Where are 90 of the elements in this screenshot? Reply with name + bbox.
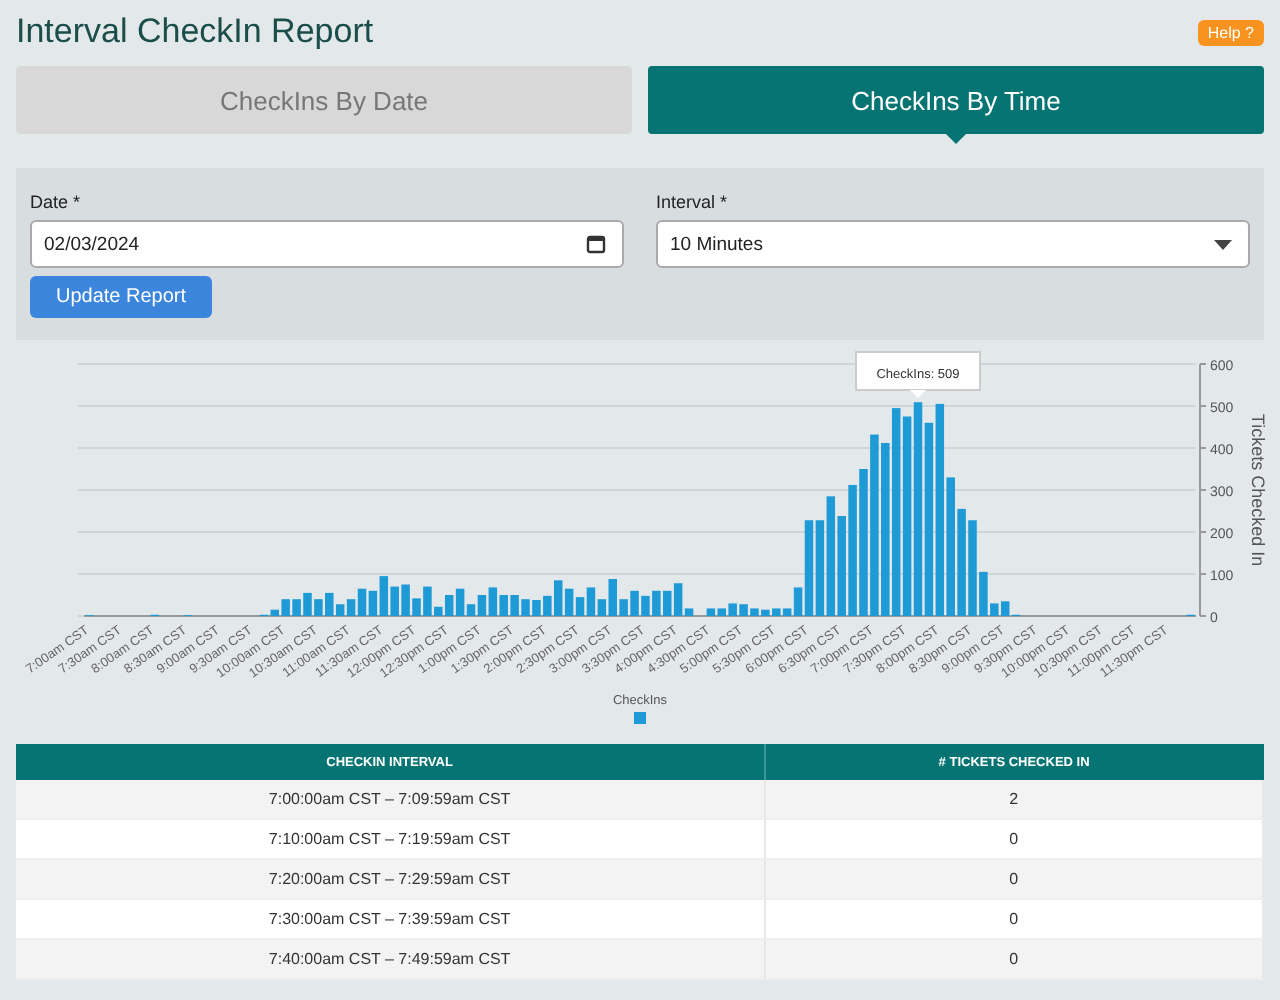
table-cell: 7:30:00am CST – 7:39:59am CST <box>16 899 765 939</box>
bar[interactable] <box>325 592 334 616</box>
bar[interactable] <box>564 588 574 616</box>
bar[interactable] <box>946 477 955 616</box>
field-label: Date * <box>30 192 83 212</box>
bar[interactable] <box>891 408 901 616</box>
bar[interactable] <box>346 599 356 616</box>
bar[interactable] <box>782 608 792 616</box>
table-cell: 0 <box>764 939 1263 979</box>
bar[interactable] <box>521 599 530 616</box>
bar[interactable] <box>390 586 399 616</box>
bar[interactable] <box>335 604 345 616</box>
bar[interactable] <box>303 592 312 616</box>
bar[interactable] <box>935 403 945 616</box>
bar[interactable] <box>815 520 825 616</box>
page-title: Interval CheckIn Report <box>16 12 374 52</box>
bar[interactable] <box>652 590 661 616</box>
bar[interactable] <box>870 434 879 616</box>
bar[interactable] <box>466 604 476 616</box>
update-report-button[interactable]: Update Report <box>30 276 213 318</box>
bar[interactable] <box>532 600 541 616</box>
legend-swatch[interactable] <box>634 712 646 724</box>
bar[interactable] <box>444 595 454 616</box>
bar[interactable] <box>979 571 988 616</box>
bar[interactable] <box>401 584 410 616</box>
bar[interactable] <box>499 595 508 616</box>
bar[interactable] <box>990 603 999 616</box>
table-cell: 7:10:00am CST – 7:19:59am CST <box>16 819 765 859</box>
bar[interactable] <box>902 416 912 616</box>
bar[interactable] <box>379 576 389 616</box>
bar[interactable] <box>717 608 726 616</box>
bar[interactable] <box>848 484 857 616</box>
bar[interactable] <box>750 608 759 616</box>
bar[interactable] <box>826 496 836 616</box>
tab-pointer <box>946 134 966 144</box>
bar[interactable] <box>837 516 846 616</box>
bar[interactable] <box>554 580 563 616</box>
bar[interactable] <box>586 587 596 616</box>
table-cell: 0 <box>764 859 1263 899</box>
bar[interactable] <box>455 588 465 616</box>
bar[interactable] <box>608 579 617 616</box>
bar[interactable] <box>281 599 290 616</box>
bar[interactable] <box>543 595 552 616</box>
bar[interactable] <box>488 587 498 616</box>
bar[interactable] <box>793 587 803 616</box>
bar[interactable] <box>913 402 923 616</box>
bar[interactable] <box>663 590 672 616</box>
bar[interactable] <box>881 442 890 616</box>
bar[interactable] <box>630 590 639 616</box>
bar[interactable] <box>270 609 280 616</box>
table-cell: 0 <box>764 819 1263 859</box>
bar[interactable] <box>510 595 519 616</box>
tab[interactable]: CheckIns By Date <box>16 66 632 134</box>
bar[interactable] <box>575 597 585 616</box>
bar[interactable] <box>684 608 694 616</box>
table-cell: 7:40:00am CST – 7:49:59am CST <box>16 939 765 979</box>
bar[interactable] <box>859 469 868 616</box>
bar[interactable] <box>423 586 432 616</box>
table-cell: 7:20:00am CST – 7:29:59am CST <box>16 859 765 899</box>
bar[interactable] <box>739 604 748 616</box>
bar[interactable] <box>968 520 977 616</box>
bar[interactable] <box>924 422 934 616</box>
bar[interactable] <box>772 608 781 616</box>
bar[interactable] <box>728 603 737 616</box>
interval-dropdown[interactable]: 10 Minutes <box>656 220 1250 268</box>
bar[interactable] <box>1000 601 1010 616</box>
bar[interactable] <box>597 599 607 616</box>
bar[interactable] <box>368 590 378 616</box>
tab[interactable]: CheckIns By Time <box>648 66 1264 134</box>
bar[interactable] <box>292 599 301 616</box>
field-label: Interval * <box>656 192 730 212</box>
bar[interactable] <box>761 609 770 616</box>
date-field[interactable]: 02/03/2024 <box>30 220 624 268</box>
bar[interactable] <box>804 520 814 616</box>
bar[interactable] <box>314 599 323 616</box>
bar[interactable] <box>434 606 443 616</box>
bar[interactable] <box>673 583 683 616</box>
bar[interactable] <box>477 595 487 616</box>
caret-icon <box>1214 239 1232 249</box>
table-cell: 7:00:00am CST – 7:09:59am CST <box>16 780 765 819</box>
bar[interactable] <box>957 508 966 616</box>
bar[interactable] <box>706 608 716 616</box>
bar[interactable] <box>357 588 367 616</box>
table-cell: 2 <box>764 780 1263 819</box>
axis-title: Tickets Checked In <box>1248 413 1268 567</box>
bar[interactable] <box>641 595 650 616</box>
bar[interactable] <box>412 598 421 616</box>
calendar-icon <box>586 234 606 254</box>
table-cell: 0 <box>764 899 1263 939</box>
bar[interactable] <box>619 599 628 616</box>
